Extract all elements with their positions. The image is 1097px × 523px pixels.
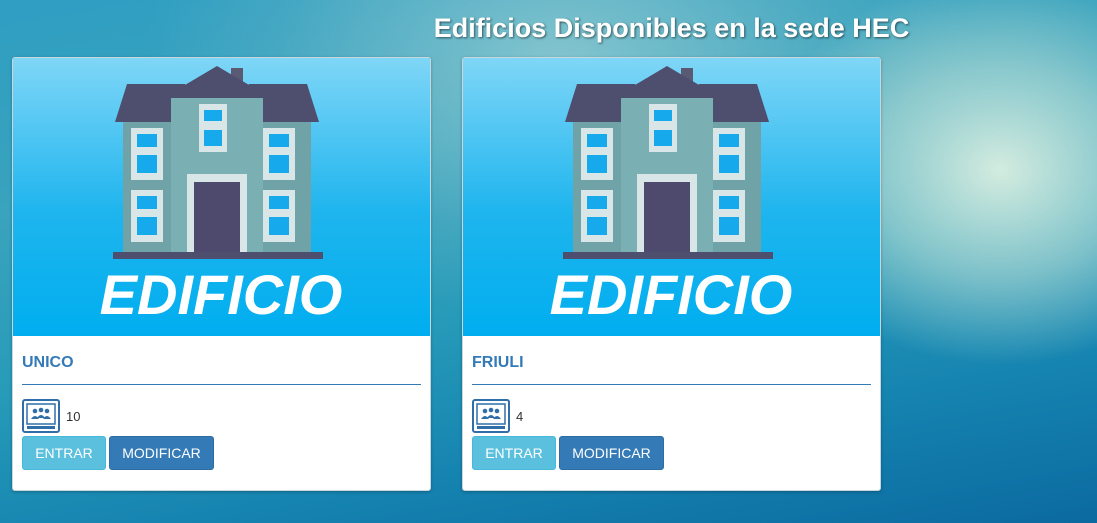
card-actions: ENTRAR MODIFICAR [472, 436, 871, 470]
capacity-row: 4 [472, 399, 871, 433]
building-image: EDIFICIO [463, 58, 880, 336]
enter-button[interactable]: ENTRAR [472, 436, 556, 470]
divider [472, 384, 871, 385]
modify-button[interactable]: MODIFICAR [559, 436, 664, 470]
page-title: Edificios Disponibles en la sede HEC [433, 13, 910, 43]
capacity-value: 4 [516, 408, 524, 424]
building-name: FRIULI [472, 354, 524, 371]
card-actions: ENTRAR MODIFICAR [22, 436, 421, 470]
image-caption: EDIFICIO [100, 263, 343, 326]
building-name: UNICO [22, 354, 74, 371]
classroom-icon [472, 399, 510, 433]
modify-button[interactable]: MODIFICAR [109, 436, 214, 470]
enter-button[interactable]: ENTRAR [22, 436, 106, 470]
divider [22, 384, 421, 385]
image-caption: EDIFICIO [550, 263, 793, 326]
capacity-row: 10 [22, 399, 421, 433]
capacity-value: 10 [66, 408, 81, 424]
building-card: EDIFICIO UNICO 10 ENTRAR MODIFICAR [12, 57, 431, 491]
building-image: EDIFICIO [13, 58, 430, 336]
building-card: EDIFICIO FRIULI 4 ENTRAR MODIFICAR [462, 57, 881, 491]
classroom-icon [22, 399, 60, 433]
